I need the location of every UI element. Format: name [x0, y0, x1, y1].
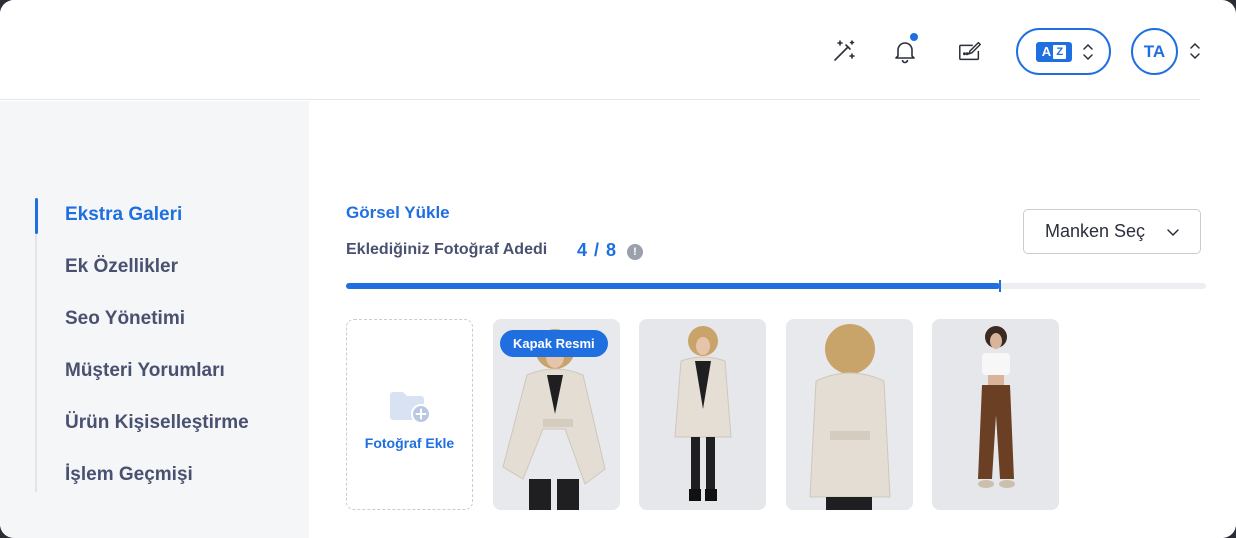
- chevron-updown-icon[interactable]: [1189, 40, 1201, 62]
- sidebar-item-urun-kisisellestirme[interactable]: Ürün Kişiselleştirme: [65, 408, 249, 438]
- sidebar-item-islem-gecmisi[interactable]: İşlem Geçmişi: [65, 460, 193, 490]
- chevron-down-icon: [1167, 229, 1179, 237]
- language-switch[interactable]: A Z: [1016, 28, 1111, 75]
- manken-select[interactable]: Manken Seç: [1023, 209, 1201, 254]
- magic-wand-icon[interactable]: [829, 36, 859, 66]
- bell-icon[interactable]: [890, 33, 920, 66]
- sidebar-active-indicator: [35, 198, 38, 234]
- photo-image: [639, 319, 766, 510]
- info-icon[interactable]: !: [627, 244, 643, 260]
- gallery-photo[interactable]: [786, 319, 913, 510]
- photo-image: [786, 319, 913, 510]
- cover-badge: Kapak Resmi: [500, 330, 608, 357]
- top-bar: A Z TA: [0, 0, 1200, 100]
- sidebar: Ekstra Galeri Ek Özellikler Seo Yönetimi…: [0, 101, 309, 538]
- avatar[interactable]: TA: [1131, 28, 1178, 75]
- add-photo-label: Fotoğraf Ekle: [364, 434, 455, 451]
- sidebar-item-ek-ozellikler[interactable]: Ek Özellikler: [65, 252, 178, 282]
- gallery-photo[interactable]: Kapak Resmi: [493, 319, 620, 510]
- edit-card-icon[interactable]: [955, 36, 985, 66]
- sidebar-item-ekstra-galeri[interactable]: Ekstra Galeri: [65, 200, 182, 230]
- upload-progress-marker: [998, 280, 1001, 292]
- main-content: Görsel Yükle Eklediğiniz Fotoğraf Adedi …: [309, 101, 1236, 538]
- photo-count-value: 4 / 8: [577, 240, 618, 260]
- photo-image: [932, 319, 1059, 510]
- photo-count-label: Eklediğiniz Fotoğraf Adedi: [346, 241, 548, 258]
- upload-progress-bar: [346, 280, 1206, 292]
- notification-dot: [910, 33, 918, 41]
- sidebar-item-musteri-yorumlari[interactable]: Müşteri Yorumları: [65, 356, 225, 386]
- sidebar-rail: [35, 198, 37, 492]
- gallery-photo[interactable]: [932, 319, 1059, 510]
- upload-progress-fill: [346, 283, 1000, 289]
- app-window: A Z TA Ekstra Galeri Ek Özellikler Seo Y…: [0, 0, 1236, 538]
- sidebar-item-seo-yonetimi[interactable]: Seo Yönetimi: [65, 304, 185, 334]
- folder-add-icon: [389, 391, 431, 424]
- add-photo-button[interactable]: Fotoğraf Ekle: [346, 319, 473, 510]
- gallery-photo[interactable]: [639, 319, 766, 510]
- manken-select-value: Manken Seç: [1045, 221, 1146, 241]
- translate-icon: A Z: [1036, 41, 1072, 62]
- chevron-updown-icon: [1083, 43, 1093, 60]
- section-title: Görsel Yükle: [346, 203, 450, 222]
